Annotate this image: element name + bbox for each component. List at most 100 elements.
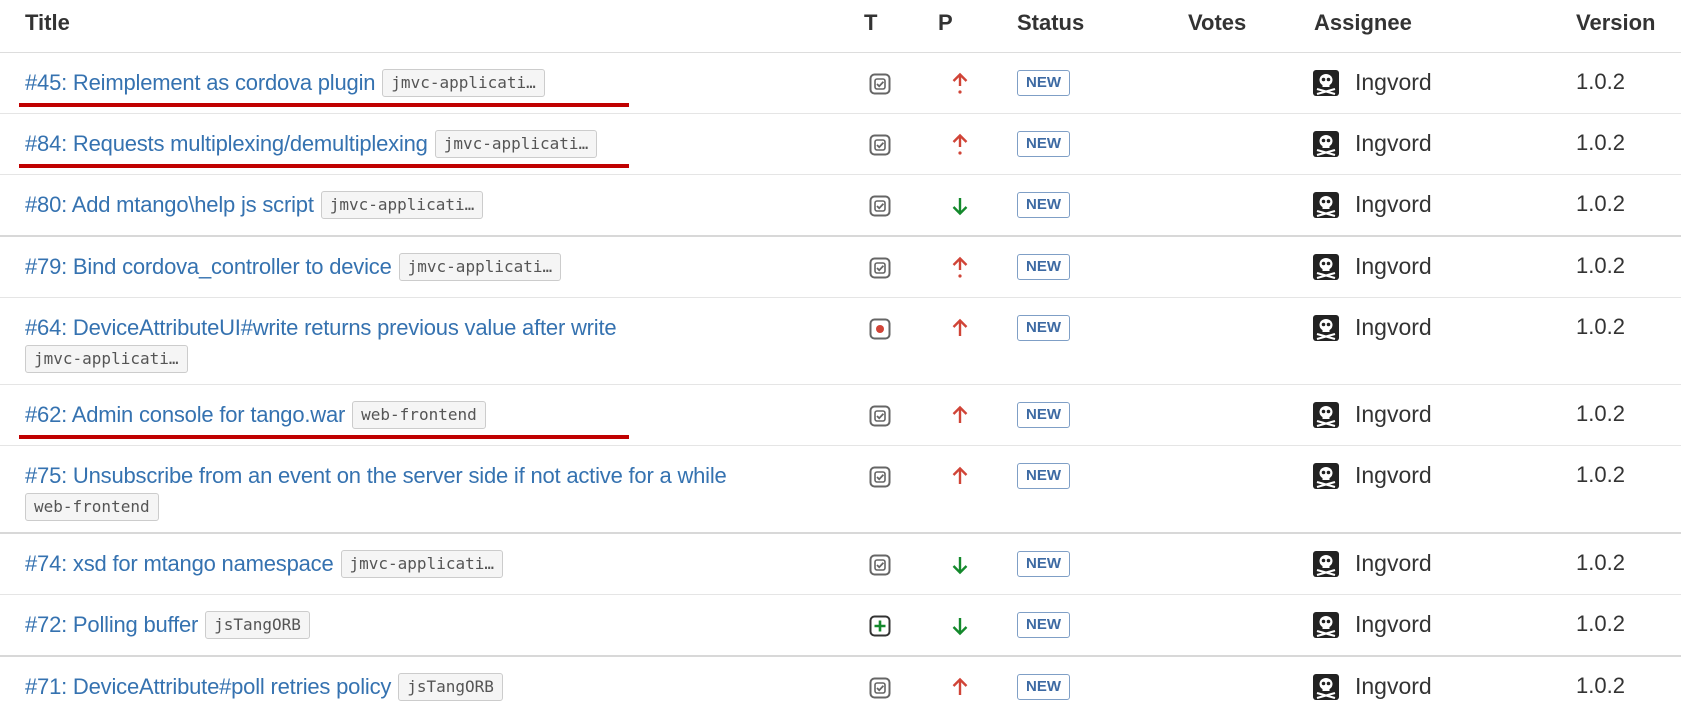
assignee-name[interactable]: Ingvord [1355, 550, 1432, 577]
version-value: 1.0.2 [1576, 673, 1625, 698]
issue-link[interactable]: #79: Bind cordova_controller to device [25, 254, 392, 279]
assignee-name[interactable]: Ingvord [1355, 314, 1432, 341]
issue-title-cell: #64: DeviceAttributeUI#write returns pre… [25, 313, 845, 373]
up-arrow-icon [948, 403, 972, 429]
task-icon [869, 134, 891, 156]
major-up-arrow-icon [948, 71, 972, 97]
avatar [1313, 254, 1339, 280]
issue-link[interactable]: #80: Add mtango\help js script [25, 192, 314, 217]
task-icon [869, 195, 891, 217]
assignee-name[interactable]: Ingvord [1355, 253, 1432, 280]
task-icon [869, 466, 891, 488]
version-value: 1.0.2 [1576, 401, 1625, 426]
assignee-name[interactable]: Ingvord [1355, 191, 1432, 218]
issue-link[interactable]: #84: Requests multiplexing/demultiplexin… [25, 131, 428, 156]
assignee-name[interactable]: Ingvord [1355, 611, 1432, 638]
up-arrow-icon [948, 464, 972, 490]
status-badge[interactable]: NEW [1017, 612, 1070, 638]
version-value: 1.0.2 [1576, 130, 1625, 155]
column-header-title[interactable]: Title [25, 10, 70, 36]
component-tag[interactable]: jmvc-applicati… [340, 550, 503, 578]
table-row: #62: Admin console for tango.war web-fron… [0, 385, 1681, 446]
issue-title-cell: #71: DeviceAttribute#poll retries policy… [25, 672, 845, 702]
status-badge[interactable]: NEW [1017, 315, 1070, 341]
avatar [1313, 192, 1339, 218]
version-value: 1.0.2 [1576, 191, 1625, 216]
major-up-arrow-icon [948, 255, 972, 281]
column-header-priority[interactable]: P [938, 10, 953, 36]
version-value: 1.0.2 [1576, 550, 1625, 575]
issue-link[interactable]: #45: Reimplement as cordova plugin [25, 70, 375, 95]
component-tag[interactable]: jmvc-applicati… [434, 130, 598, 158]
minor-down-arrow-icon [948, 193, 972, 219]
version-value: 1.0.2 [1576, 611, 1625, 636]
issue-link[interactable]: #72: Polling buffer [25, 612, 198, 637]
highlight-underline [19, 103, 629, 107]
column-header-assignee[interactable]: Assignee [1314, 10, 1412, 36]
table-row: #45: Reimplement as cordova plugin jmvc-a… [0, 53, 1681, 114]
column-header-type[interactable]: T [864, 10, 877, 36]
status-badge[interactable]: NEW [1017, 192, 1070, 218]
version-value: 1.0.2 [1576, 253, 1625, 278]
assignee-name[interactable]: Ingvord [1355, 401, 1432, 428]
table-row: #72: Polling buffer jsTangORB NEW Ingvord 1.… [0, 595, 1681, 657]
issue-link[interactable]: #62: Admin console for tango.war [25, 402, 345, 427]
table-row: #80: Add mtango\help js script jmvc-appli… [0, 175, 1681, 237]
avatar [1313, 551, 1339, 577]
status-badge[interactable]: NEW [1017, 463, 1070, 489]
component-tag[interactable]: jmvc-applicati… [320, 191, 484, 219]
bug-icon [869, 318, 891, 340]
highlight-underline [19, 435, 629, 439]
task-icon [869, 677, 891, 699]
assignee-name[interactable]: Ingvord [1355, 673, 1432, 700]
issue-link[interactable]: #64: DeviceAttributeUI#write returns pre… [25, 315, 617, 340]
version-value: 1.0.2 [1576, 314, 1625, 339]
table-row: #74: xsd for mtango namespace jmvc-applic… [0, 534, 1681, 595]
assignee-name[interactable]: Ingvord [1355, 69, 1432, 96]
avatar [1313, 612, 1339, 638]
issue-link[interactable]: #74: xsd for mtango namespace [25, 551, 334, 576]
minor-down-arrow-icon [948, 613, 972, 639]
component-tag[interactable]: jsTangORB [398, 673, 503, 701]
task-icon [869, 554, 891, 576]
component-tag[interactable]: jsTangORB [205, 611, 310, 639]
table-body: #45: Reimplement as cordova plugin jmvc-a… [0, 53, 1681, 709]
version-value: 1.0.2 [1576, 462, 1625, 487]
issue-title-cell: #62: Admin console for tango.war web-fron… [25, 400, 845, 430]
column-header-status[interactable]: Status [1017, 10, 1084, 36]
component-tag[interactable]: web-frontend [25, 493, 159, 521]
minor-down-arrow-icon [948, 552, 972, 578]
component-tag[interactable]: jmvc-applicati… [382, 69, 545, 97]
enhancement-icon [869, 615, 891, 637]
issues-table: Title T P Status Votes Assignee Version … [0, 0, 1681, 709]
status-badge[interactable]: NEW [1017, 402, 1070, 428]
table-header: Title T P Status Votes Assignee Version [0, 0, 1681, 53]
issue-title-cell: #80: Add mtango\help js script jmvc-appli… [25, 190, 845, 220]
avatar [1313, 402, 1339, 428]
column-header-version[interactable]: Version [1576, 10, 1655, 36]
column-header-votes[interactable]: Votes [1188, 10, 1246, 36]
issue-title-cell: #72: Polling buffer jsTangORB [25, 610, 845, 640]
component-tag[interactable]: jmvc-applicati… [398, 253, 562, 281]
avatar [1313, 674, 1339, 700]
issue-link[interactable]: #71: DeviceAttribute#poll retries policy [25, 674, 391, 699]
component-tag[interactable]: jmvc-applicati… [25, 345, 188, 373]
issue-link[interactable]: #75: Unsubscribe from an event on the se… [25, 463, 727, 488]
major-up-arrow-icon [948, 132, 972, 158]
status-badge[interactable]: NEW [1017, 674, 1070, 700]
status-badge[interactable]: NEW [1017, 254, 1070, 280]
issue-title-cell: #79: Bind cordova_controller to device jm… [25, 252, 845, 282]
issue-title-cell: #84: Requests multiplexing/demultiplexin… [25, 129, 845, 159]
avatar [1313, 315, 1339, 341]
task-icon [869, 405, 891, 427]
assignee-name[interactable]: Ingvord [1355, 130, 1432, 157]
component-tag[interactable]: web-frontend [352, 401, 486, 429]
up-arrow-icon [948, 675, 972, 701]
status-badge[interactable]: NEW [1017, 551, 1070, 577]
assignee-name[interactable]: Ingvord [1355, 462, 1432, 489]
up-arrow-icon [948, 316, 972, 342]
status-badge[interactable]: NEW [1017, 131, 1070, 157]
task-icon [869, 73, 891, 95]
status-badge[interactable]: NEW [1017, 70, 1070, 96]
avatar [1313, 463, 1339, 489]
